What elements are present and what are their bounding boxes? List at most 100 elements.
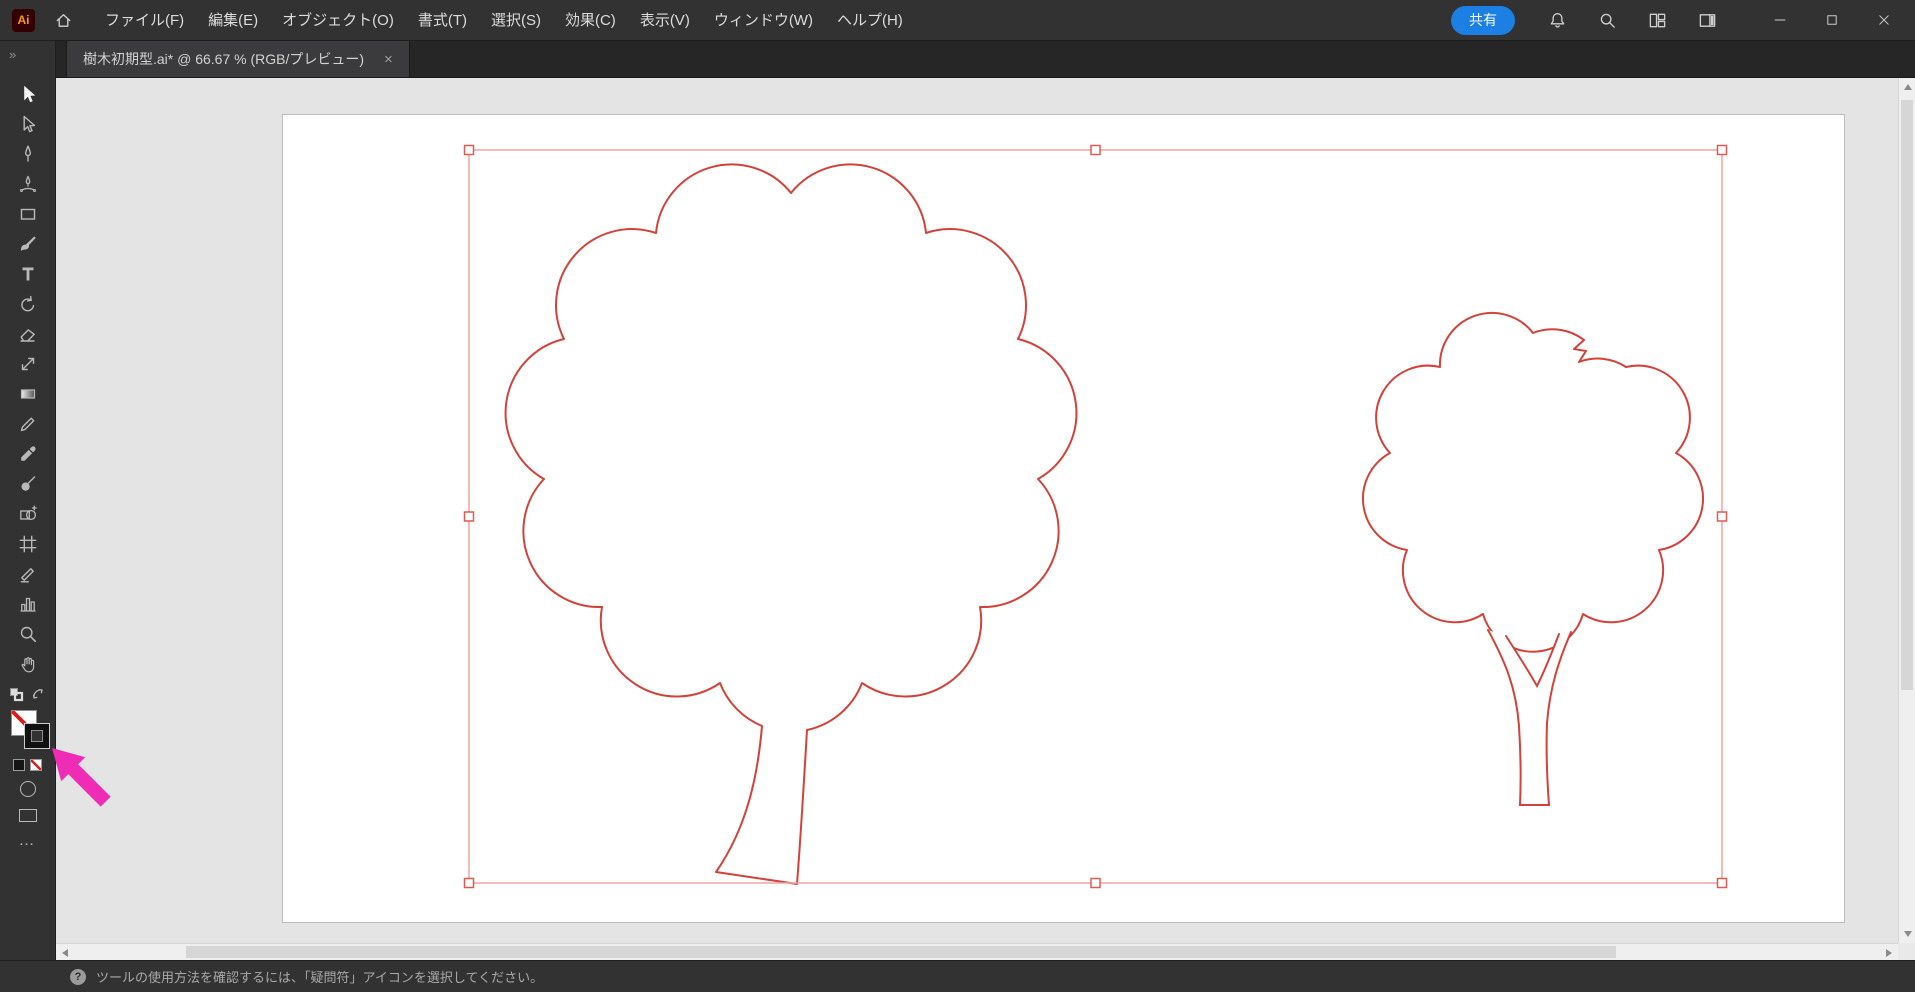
canvas-area[interactable]: [56, 78, 1915, 960]
gradient-tool-icon: [20, 389, 35, 399]
large-tree-shape[interactable]: [504, 163, 1078, 885]
scroll-right-icon[interactable]: [1886, 949, 1892, 957]
scroll-up-icon[interactable]: [1904, 84, 1912, 90]
drawing-mode-button[interactable]: [19, 781, 36, 797]
menu-item-effect[interactable]: 効果(C): [553, 0, 628, 41]
tool-gradient[interactable]: [0, 379, 55, 409]
tool-column-graph[interactable]: [0, 589, 55, 619]
status-bar: ? ツールの使用方法を確認するには、「疑問符」アイコンを選択してください。: [0, 960, 1915, 992]
vertical-scroll-thumb[interactable]: [1901, 100, 1913, 690]
hand-tool-icon: [21, 657, 34, 673]
toolbar-expand-button[interactable]: »: [0, 41, 55, 67]
tool-curvature[interactable]: [0, 169, 55, 199]
tool-blob-brush[interactable]: [0, 469, 55, 499]
tool-eyedropper[interactable]: [0, 439, 55, 469]
pencil-tool-icon: [20, 417, 34, 432]
tool-artboard[interactable]: [0, 529, 55, 559]
selection-handle-w[interactable]: [463, 511, 475, 522]
tool-zoom[interactable]: [0, 619, 55, 649]
menu-item-type[interactable]: 書式(T): [406, 0, 479, 41]
vertical-scrollbar[interactable]: [1898, 78, 1915, 943]
rectangle-tool-icon: [20, 208, 35, 220]
selection-handle-s[interactable]: [1090, 877, 1101, 889]
edit-toolbar-more-button[interactable]: …: [0, 833, 55, 849]
tool-type[interactable]: [0, 259, 55, 289]
tool-scale[interactable]: [0, 349, 55, 379]
color-button[interactable]: [13, 759, 25, 771]
tool-shape-builder[interactable]: [0, 499, 55, 529]
menu-item-window[interactable]: ウィンドウ(W): [702, 0, 825, 41]
scrollbar-corner: [1898, 943, 1915, 960]
illustrator-logo-icon: Ai: [12, 8, 35, 32]
tool-eraser[interactable]: [0, 319, 55, 349]
paintbrush-tool-icon: [20, 236, 36, 251]
tool-direct-selection[interactable]: [0, 109, 55, 139]
tab-close-icon[interactable]: ×: [384, 52, 393, 67]
small-tree-canopy-shape[interactable]: [1362, 311, 1704, 653]
menu-bar: Ai ファイル(F) 編集(E) オブジェクト(O) 書式(T) 選択(S) 効…: [0, 0, 1915, 41]
direct-selection-tool-icon: [23, 115, 35, 133]
selection-handle-ne[interactable]: [1716, 144, 1728, 156]
menu-item-select[interactable]: 選択(S): [479, 0, 553, 41]
tool-rotate[interactable]: [0, 289, 55, 319]
swap-fill-stroke-icon[interactable]: [31, 687, 46, 702]
screen-mode-button[interactable]: [18, 809, 37, 822]
selection-tool-icon: [23, 85, 35, 103]
minimize-icon[interactable]: [1767, 7, 1793, 33]
scale-tool-icon: [21, 357, 34, 371]
main-menu: ファイル(F) 編集(E) オブジェクト(O) 書式(T) 選択(S) 効果(C…: [93, 0, 915, 40]
none-button[interactable]: [30, 759, 42, 771]
fill-stroke-indicator: [11, 710, 51, 750]
tool-pen[interactable]: [0, 139, 55, 169]
menu-item-view[interactable]: 表示(V): [628, 0, 702, 41]
pen-tool-icon: [24, 145, 31, 162]
status-help-text: ツールの使用方法を確認するには、「疑問符」アイコンを選択してください。: [96, 970, 544, 985]
document-tab-bar: 樹木初期型.ai* @ 66.67 % (RGB/プレビュー) ×: [56, 41, 1915, 78]
notifications-bell-icon[interactable]: [1545, 8, 1569, 32]
rotate-tool-icon: [20, 295, 34, 312]
menu-item-edit[interactable]: 編集(E): [196, 0, 270, 41]
menu-item-file[interactable]: ファイル(F): [93, 0, 196, 41]
tool-list: [0, 79, 55, 679]
stroke-swatch[interactable]: [24, 723, 50, 749]
share-button[interactable]: 共有: [1451, 5, 1515, 35]
tool-slice[interactable]: [0, 559, 55, 589]
menu-item-help[interactable]: ヘルプ(H): [825, 0, 915, 41]
help-icon[interactable]: ?: [70, 968, 86, 985]
horizontal-scroll-thumb[interactable]: [186, 946, 1616, 958]
tool-selection[interactable]: [0, 79, 55, 109]
selection-handle-nw[interactable]: [463, 144, 475, 156]
selection-handle-sw[interactable]: [463, 877, 475, 889]
document-tab[interactable]: 樹木初期型.ai* @ 66.67 % (RGB/プレビュー) ×: [66, 41, 410, 77]
slice-tool-icon: [20, 568, 34, 583]
close-icon[interactable]: [1871, 7, 1897, 33]
selection-handle-n[interactable]: [1090, 144, 1101, 156]
panel-layout-icon[interactable]: [1695, 8, 1719, 32]
scroll-down-icon[interactable]: [1904, 931, 1912, 937]
selection-handle-e[interactable]: [1716, 511, 1728, 522]
artwork-layer: [463, 144, 1728, 889]
column-graph-tool-icon: [20, 597, 35, 612]
zoom-tool-icon: [20, 626, 36, 643]
scroll-left-icon[interactable]: [62, 949, 68, 957]
eyedropper-tool-icon: [20, 446, 36, 461]
curvature-tool-icon: [19, 175, 36, 192]
home-icon[interactable]: [51, 8, 75, 32]
menu-item-object[interactable]: オブジェクト(O): [270, 0, 406, 41]
eraser-tool-icon: [20, 329, 35, 342]
tool-rectangle[interactable]: [0, 199, 55, 229]
tool-pencil[interactable]: [0, 409, 55, 439]
shape-builder-tool-icon: [19, 505, 37, 521]
tool-paintbrush[interactable]: [0, 229, 55, 259]
document-tab-title: 樹木初期型.ai* @ 66.67 % (RGB/プレビュー): [83, 51, 365, 67]
horizontal-scrollbar[interactable]: [56, 943, 1898, 960]
search-icon[interactable]: [1595, 8, 1619, 32]
selection-handle-se[interactable]: [1716, 877, 1728, 889]
artboard-tool-icon: [19, 535, 36, 553]
default-fill-stroke-icon[interactable]: [9, 687, 24, 702]
maximize-icon[interactable]: [1819, 7, 1845, 33]
tool-hand[interactable]: [0, 649, 55, 679]
type-tool-icon: [22, 267, 33, 281]
workspace-grid-icon[interactable]: [1645, 8, 1669, 32]
tools-panel: » …: [0, 41, 56, 960]
